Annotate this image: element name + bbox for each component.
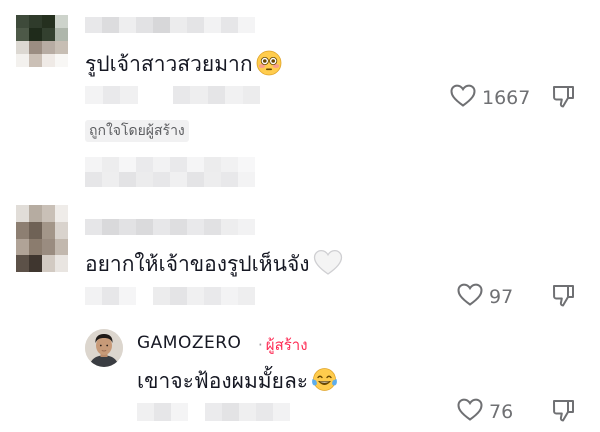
commenter-username-blurred[interactable] — [85, 219, 255, 235]
like-control[interactable]: 76 — [457, 398, 513, 426]
reply-text: เขาจะฟ้องผมมั้ยละ — [137, 367, 338, 399]
heart-outline-icon[interactable] — [457, 283, 483, 311]
comment-text: อยากให้เจ้าของรูปเห็นจัง — [85, 249, 343, 282]
comment-text: รูปเจ้าสาวสวยมาก — [85, 50, 282, 82]
creator-username[interactable]: GAMOZERO — [137, 333, 241, 353]
heart-outline-icon[interactable] — [450, 84, 476, 112]
white-heart-icon — [313, 249, 343, 282]
reply-meta-blurred[interactable] — [137, 403, 290, 421]
commenter-avatar-blurred[interactable] — [16, 205, 68, 272]
commenter-username-blurred[interactable] — [85, 17, 255, 33]
heart-outline-icon[interactable] — [457, 398, 483, 426]
like-count: 1667 — [482, 87, 531, 109]
comment-meta-blurred[interactable] — [85, 287, 255, 305]
view-replies-blurred[interactable] — [85, 157, 255, 187]
tears-of-joy-icon — [311, 367, 338, 399]
like-control[interactable]: 97 — [457, 283, 513, 311]
separator-dot: · — [258, 336, 263, 354]
commenter-avatar-blurred[interactable] — [16, 15, 68, 67]
flushed-face-icon — [256, 50, 282, 82]
creator-label: · ผู้สร้าง — [258, 333, 308, 357]
creator-label-text: ผู้สร้าง — [265, 336, 308, 354]
dislike-icon[interactable] — [552, 398, 576, 427]
like-control[interactable]: 1667 — [450, 84, 530, 112]
dislike-icon[interactable] — [552, 84, 576, 113]
like-count: 76 — [489, 401, 514, 423]
liked-by-creator-badge: ถูกใจโดยผู้สร้าง — [85, 120, 189, 142]
creator-avatar[interactable] — [85, 329, 123, 367]
dislike-icon[interactable] — [552, 283, 576, 312]
like-count: 97 — [489, 286, 514, 308]
comment-meta-blurred[interactable] — [85, 86, 260, 104]
